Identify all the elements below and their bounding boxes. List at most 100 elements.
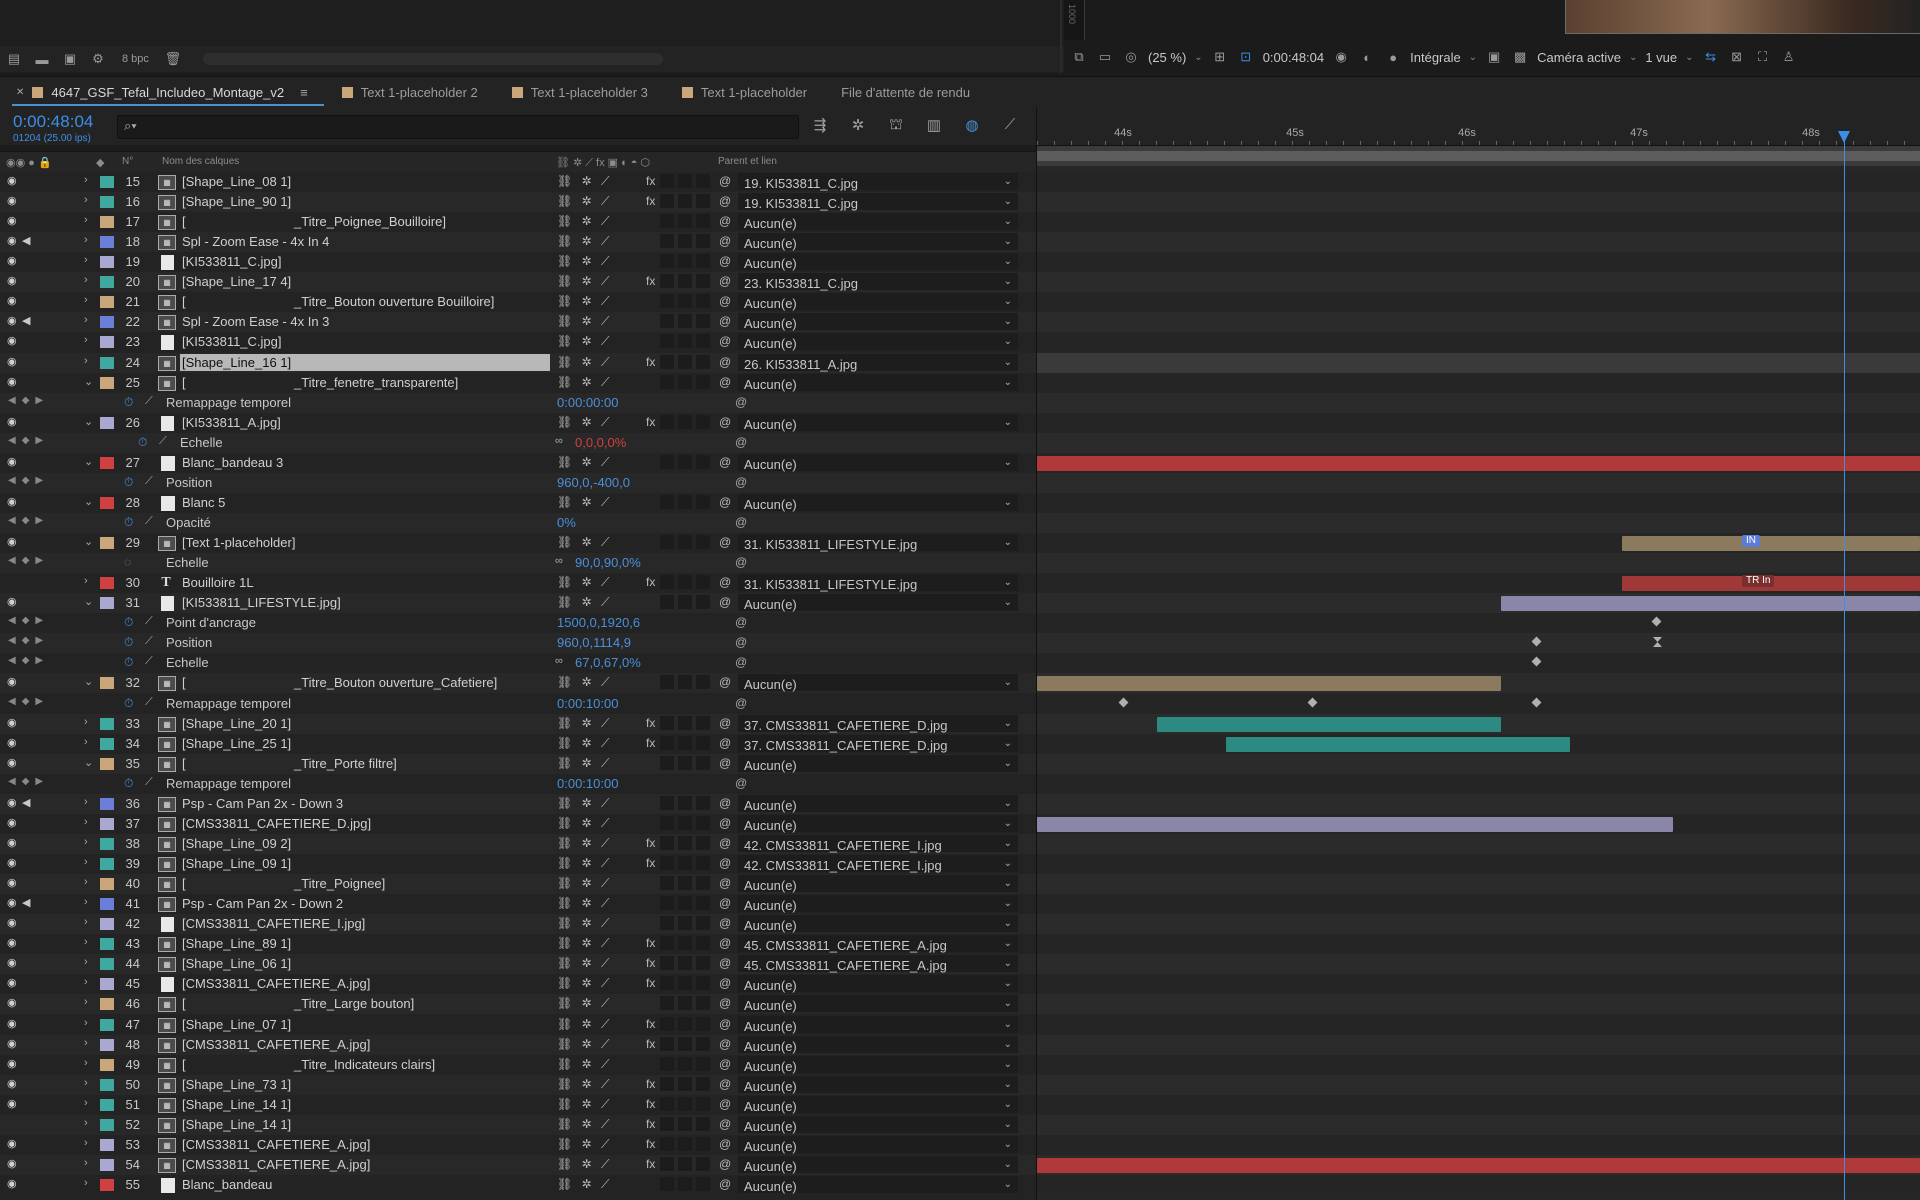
property-row[interactable]: ◀◆▶ ⏱ ⟋ Echelle 67,0,67,0% @ ∞ (0, 653, 1036, 673)
visibility-eye-icon[interactable]: ◉ (7, 1017, 17, 1030)
layer-switches[interactable]: ⛓ ✲ ⟋ (557, 194, 612, 209)
property-value[interactable]: 67,0,67,0% (575, 655, 641, 670)
graph-icon[interactable]: ⟋ (145, 515, 153, 528)
label-color-swatch[interactable] (100, 1079, 114, 1091)
layer-row[interactable]: ◉ › 48 ▦ [CMS33811_CAFETIERE_A.jpg] ⛓ ✲ ⟋ fx @ A… (0, 1035, 1036, 1055)
chevron-down-icon[interactable]: ⌄ (1194, 52, 1202, 63)
layer-row[interactable]: ◉ › 23 [KI533811_C.jpg] ⛓ ✲ ⟋ @ Aucun(e) ⌄ (0, 332, 1036, 352)
keyframe-navigator-icon[interactable]: ◀◆▶ (8, 696, 49, 707)
motion-blur-cell[interactable] (660, 675, 674, 689)
layer-name[interactable]: [Text 1-placeholder] (180, 534, 550, 551)
expression-pickwhip-icon[interactable]: @ (735, 655, 747, 669)
layer-switches[interactable]: ⛓ ✲ ⟋ (557, 1097, 612, 1112)
keyframe-navigator-icon[interactable]: ◀◆▶ (8, 395, 49, 406)
layer-row[interactable]: ◉ ⌄ 26 [KI533811_A.jpg] ⛓ ✲ ⟋ fx @ Aucun(e) ⌄ (0, 413, 1036, 433)
twirl-closed-icon[interactable]: › (84, 575, 88, 587)
layer-row[interactable]: ◉ › 20 ▦ [Shape_Line_17 4] ⛓ ✲ ⟋ fx @23. KI5338… (0, 272, 1036, 292)
layer-row[interactable]: ◉ ⌄ 28 Blanc 5 ⛓ ✲ ⟋ @ Aucun(e) ⌄ (0, 493, 1036, 513)
adjustment-cell[interactable] (678, 234, 692, 248)
label-color-swatch[interactable] (100, 858, 114, 870)
visibility-eye-icon[interactable]: ◉ (7, 856, 17, 869)
layer-name[interactable]: [Shape_Line_09 1] (180, 855, 550, 872)
label-color-swatch[interactable] (100, 216, 114, 228)
parent-select[interactable]: 31. KI533811_LIFESTYLE.jpg ⌄ (738, 574, 1018, 592)
visibility-eye-icon[interactable]: ◉ (7, 334, 17, 347)
adjustment-cell[interactable] (678, 575, 692, 589)
label-color-swatch[interactable] (100, 958, 114, 970)
parent-select[interactable]: Aucun(e) ⌄ (738, 1096, 1018, 1114)
motion-blur-cell[interactable] (660, 716, 674, 730)
monitor-icon[interactable]: ▭ (1096, 49, 1114, 65)
adjustment-cell[interactable] (678, 1077, 692, 1091)
stopwatch-icon[interactable]: ⏱ (124, 655, 133, 670)
label-color-swatch[interactable] (100, 597, 114, 609)
adjustment-cell[interactable] (678, 1137, 692, 1151)
current-time-display[interactable]: 0:00:48:04 (13, 112, 93, 132)
fx-switch[interactable]: fx (646, 736, 655, 750)
constrain-proportions-icon[interactable]: ∞ (555, 555, 563, 567)
layer-name[interactable]: [KI533811_C.jpg] (180, 333, 550, 350)
parent-pickwhip-icon[interactable]: @ (719, 294, 731, 308)
parent-pickwhip-icon[interactable]: @ (719, 575, 731, 589)
layer-switches[interactable]: ⛓ ✲ ⟋ (557, 756, 612, 771)
layer-row[interactable]: ◉ › 15 ▦ [Shape_Line_08 1] ⛓ ✲ ⟋ fx @19. KI5338… (0, 172, 1036, 192)
3d-cell[interactable] (696, 1097, 710, 1111)
label-color-swatch[interactable] (100, 196, 114, 208)
layer-row[interactable]: ◉ › 50 ▦ [Shape_Line_73 1] ⛓ ✲ ⟋ fx @ Aucun(e) ⌄ (0, 1075, 1036, 1095)
layer-row[interactable]: ◉ › 16 ▦ [Shape_Line_90 1] ⛓ ✲ ⟋ fx @19. KI5338… (0, 192, 1036, 212)
parent-select[interactable]: Aucun(e) ⌄ (738, 1016, 1018, 1034)
label-color-swatch[interactable] (100, 176, 114, 188)
twirl-open-icon[interactable]: ⌄ (84, 535, 93, 548)
label-color-swatch[interactable] (100, 918, 114, 930)
layer-switches[interactable]: ⛓ ✲ ⟋ (557, 736, 612, 751)
layer-switches[interactable]: ⛓ ✲ ⟋ (557, 716, 612, 731)
3d-cell[interactable] (696, 976, 710, 990)
chevron-down-icon[interactable]: ⌄ (1004, 1016, 1012, 1033)
parent-pickwhip-icon[interactable]: @ (719, 355, 731, 369)
twirl-closed-icon[interactable]: › (84, 1117, 88, 1129)
chevron-down-icon[interactable]: ⌄ (1004, 815, 1012, 832)
layer-name[interactable]: [CMS33811_CAFETIERE_A.jpg] (180, 1136, 550, 1153)
parent-select[interactable]: 19. KI533811_C.jpg ⌄ (738, 173, 1018, 191)
3d-cell[interactable] (696, 1057, 710, 1071)
fx-switch[interactable]: fx (646, 716, 655, 730)
layer-marker[interactable]: TR In (1742, 575, 1775, 587)
fx-switch[interactable]: fx (646, 355, 655, 369)
keyframe-diamond[interactable] (1651, 616, 1662, 627)
parent-pickwhip-icon[interactable]: @ (719, 736, 731, 750)
visibility-eye-icon[interactable]: ◉ (7, 1157, 17, 1170)
layer-switches[interactable]: ⛓ ✲ ⟋ (557, 274, 612, 289)
label-color-swatch[interactable] (100, 1059, 114, 1071)
visibility-eye-icon[interactable]: ◉ (7, 274, 17, 287)
3d-cell[interactable] (696, 1157, 710, 1171)
layer-switches[interactable]: ⛓ ✲ ⟋ (557, 334, 612, 349)
motion-blur-cell[interactable] (660, 595, 674, 609)
adjustment-cell[interactable] (678, 375, 692, 389)
adjustment-cell[interactable] (678, 716, 692, 730)
3d-cell[interactable] (696, 856, 710, 870)
zoom-select[interactable]: (25 %) (1148, 50, 1186, 65)
motion-blur-cell[interactable] (660, 796, 674, 810)
3d-cell[interactable] (696, 896, 710, 910)
parent-pickwhip-icon[interactable]: @ (719, 1097, 731, 1111)
comp-flowchart-icon[interactable]: ⇶ (810, 116, 830, 135)
graph-icon[interactable]: ⟋ (145, 475, 153, 488)
layer-switches[interactable]: ⛓ ✲ ⟋ (557, 1157, 612, 1172)
stopwatch-icon[interactable]: ⏱ (124, 776, 133, 791)
adjustment-cell[interactable] (678, 1117, 692, 1131)
3d-cell[interactable] (696, 254, 710, 268)
parent-select[interactable]: Aucun(e) ⌄ (738, 975, 1018, 993)
layer-switches[interactable]: ⛓ ✲ ⟋ (557, 876, 612, 891)
parent-select[interactable]: Aucun(e) ⌄ (738, 1076, 1018, 1094)
layer-switches[interactable]: ⛓ ✲ ⟋ (557, 314, 612, 329)
label-color-swatch[interactable] (100, 1179, 114, 1191)
work-area-range[interactable] (1037, 151, 1920, 161)
parent-pickwhip-icon[interactable]: @ (719, 1077, 731, 1091)
property-value[interactable]: 0:00:10:00 (557, 776, 618, 791)
project-scrollbar[interactable] (202, 53, 663, 65)
chevron-down-icon[interactable]: ⌄ (1004, 454, 1012, 471)
layer-search-input[interactable]: ⌕▾ (117, 115, 799, 139)
label-color-swatch[interactable] (100, 1019, 114, 1031)
graph-icon[interactable]: ⟋ (145, 776, 153, 789)
visibility-eye-icon[interactable]: ◉ (7, 455, 17, 468)
